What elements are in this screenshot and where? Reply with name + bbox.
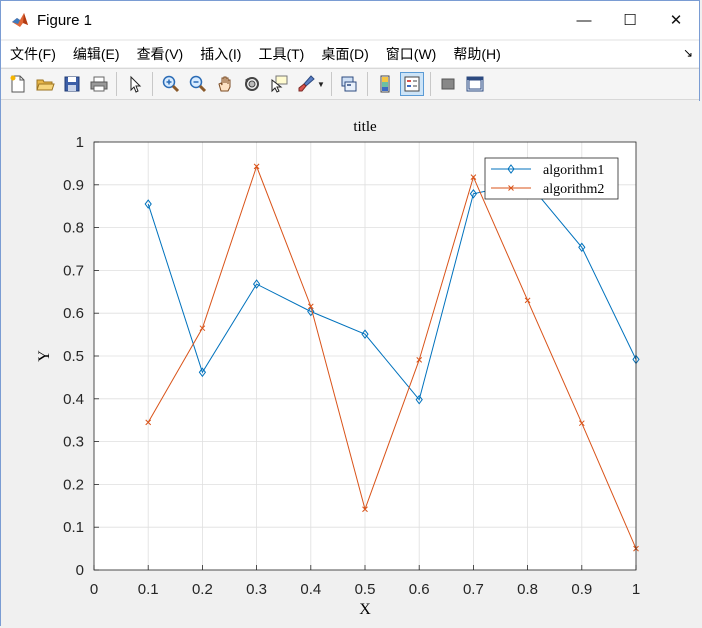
open-folder-icon[interactable] <box>33 72 57 96</box>
window-controls: — ☐ ✕ <box>561 1 699 39</box>
x-tick-label: 0.7 <box>463 581 484 598</box>
menu-desktop[interactable]: 桌面(D) <box>312 44 376 64</box>
menu-window[interactable]: 窗口(W) <box>377 44 445 64</box>
pan-hand-icon[interactable] <box>213 72 237 96</box>
minimize-button[interactable]: — <box>561 1 607 39</box>
x-axis-label: X <box>359 601 371 618</box>
new-file-icon[interactable] <box>6 72 30 96</box>
close-button[interactable]: ✕ <box>653 1 699 39</box>
save-icon[interactable] <box>60 72 84 96</box>
menu-insert[interactable]: 插入(I) <box>191 44 249 64</box>
toolbar-separator <box>429 72 431 96</box>
chart-title: title <box>353 119 377 135</box>
matlab-logo-icon <box>11 11 29 29</box>
figure-window: Figure 1 — ☐ ✕ 文件(F) 编辑(E) 查看(V) 插入(I) 工… <box>0 0 701 627</box>
menu-view[interactable]: 查看(V) <box>128 44 192 64</box>
colorbar-icon[interactable] <box>373 72 397 96</box>
toolbar-separator <box>366 72 368 96</box>
y-tick-label: 0.8 <box>63 220 84 237</box>
x-tick-label: 0.2 <box>192 581 213 598</box>
legend[interactable]: algorithm1 algorithm2 <box>484 157 619 200</box>
x-tick-label: 0.1 <box>138 581 159 598</box>
dock-arrow-icon[interactable]: ↘ <box>683 46 693 60</box>
y-tick-label: 0.1 <box>63 519 84 536</box>
x-tick-label: 0.6 <box>409 581 430 598</box>
y-tick-label: 0.3 <box>63 434 84 451</box>
print-icon[interactable] <box>87 72 111 96</box>
chart: 0 0.1 0.2 0.3 0.4 0.5 0.6 0.7 0.8 0.9 1 0 0.1 0.2 0.3 0… <box>36 119 640 618</box>
y-tick-label: 0.2 <box>63 476 84 493</box>
y-tick-label: 0.7 <box>63 262 84 279</box>
x-tick-label: 0 <box>90 581 98 598</box>
link-plot-icon[interactable] <box>337 72 361 96</box>
toolbar-separator <box>330 72 332 96</box>
legend-label-algorithm1: algorithm1 <box>543 163 604 178</box>
y-tick-label: 0.4 <box>63 391 84 408</box>
y-axis-label: Y <box>36 350 53 362</box>
y-tick-label: 0 <box>76 562 84 579</box>
data-cursor-icon[interactable] <box>267 72 291 96</box>
x-tick-label: 0.5 <box>355 581 376 598</box>
x-tick-label: 0.9 <box>571 581 592 598</box>
menu-bar: 文件(F) 编辑(E) 查看(V) 插入(I) 工具(T) 桌面(D) 窗口(W… <box>1 41 699 67</box>
x-tick-label: 0.8 <box>517 581 538 598</box>
y-tick-label: 0.5 <box>63 348 84 365</box>
maximize-button[interactable]: ☐ <box>607 1 653 39</box>
y-tick-label: 0.6 <box>63 305 84 322</box>
legend-icon[interactable] <box>400 72 425 96</box>
toolbar-separator <box>116 72 117 96</box>
show-plot-tools-icon[interactable] <box>463 72 487 96</box>
menu-help[interactable]: 帮助(H) <box>444 44 508 64</box>
x-tick-label: 0.3 <box>246 581 267 598</box>
menu-tools[interactable]: 工具(T) <box>249 44 312 64</box>
title-bar[interactable]: Figure 1 — ☐ ✕ <box>1 1 699 39</box>
hide-plot-tools-icon[interactable] <box>436 72 460 96</box>
brush-dropdown-icon[interactable]: ▼ <box>317 80 325 89</box>
legend-label-algorithm2: algorithm2 <box>543 182 604 197</box>
brush-icon[interactable] <box>294 72 318 96</box>
window-title: Figure 1 <box>37 11 93 29</box>
menu-file[interactable]: 文件(F) <box>1 44 64 64</box>
x-tick-label: 1 <box>632 581 640 598</box>
figure-canvas: 0 0.1 0.2 0.3 0.4 0.5 0.6 0.7 0.8 0.9 1 0 0.1 0.2 0.3 0… <box>1 101 701 627</box>
y-tick-label: 1 <box>76 134 84 151</box>
pointer-icon[interactable] <box>123 72 147 96</box>
toolbar-separator <box>152 72 153 96</box>
menu-edit[interactable]: 编辑(E) <box>64 44 128 64</box>
zoom-out-icon[interactable] <box>186 72 210 96</box>
rotate-3d-icon[interactable] <box>240 72 264 96</box>
x-tick-label: 0.4 <box>300 581 321 598</box>
y-tick-label: 0.9 <box>63 177 84 194</box>
figure-toolbar: ▼ <box>1 68 699 100</box>
zoom-in-icon[interactable] <box>159 72 183 96</box>
